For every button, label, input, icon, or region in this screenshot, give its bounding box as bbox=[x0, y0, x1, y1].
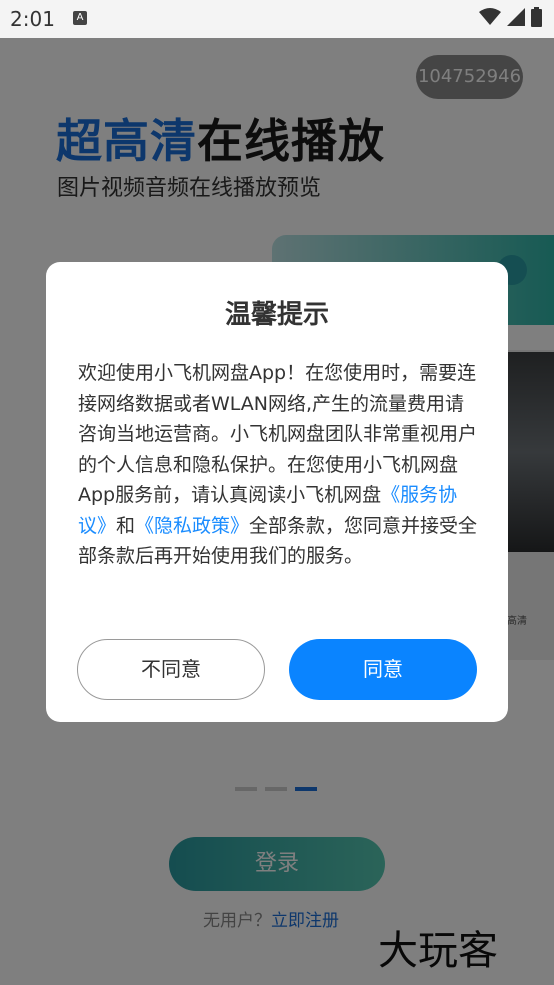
agree-button[interactable]: 同意 bbox=[289, 639, 477, 700]
status-bar: 2:01 A bbox=[0, 0, 554, 38]
notification-icon: A bbox=[73, 11, 87, 25]
status-time: 2:01 bbox=[10, 7, 55, 31]
battery-icon bbox=[531, 7, 542, 27]
signal-icon bbox=[507, 8, 525, 26]
disagree-button[interactable]: 不同意 bbox=[77, 639, 265, 700]
dialog-body: 欢迎使用小飞机网盘App！在您使用时，需要连接网络数据或者WLAN网络,产生的流… bbox=[78, 358, 478, 572]
dialog-body-and: 和 bbox=[116, 514, 136, 537]
dialog-title: 温馨提示 bbox=[224, 300, 329, 330]
status-icons bbox=[479, 7, 542, 27]
privacy-dialog: 温馨提示 欢迎使用小飞机网盘App！在您使用时，需要连接网络数据或者WLAN网络… bbox=[46, 262, 508, 722]
privacy-policy-link[interactable]: 《隐私政策》 bbox=[135, 515, 249, 537]
wifi-icon bbox=[479, 8, 501, 25]
